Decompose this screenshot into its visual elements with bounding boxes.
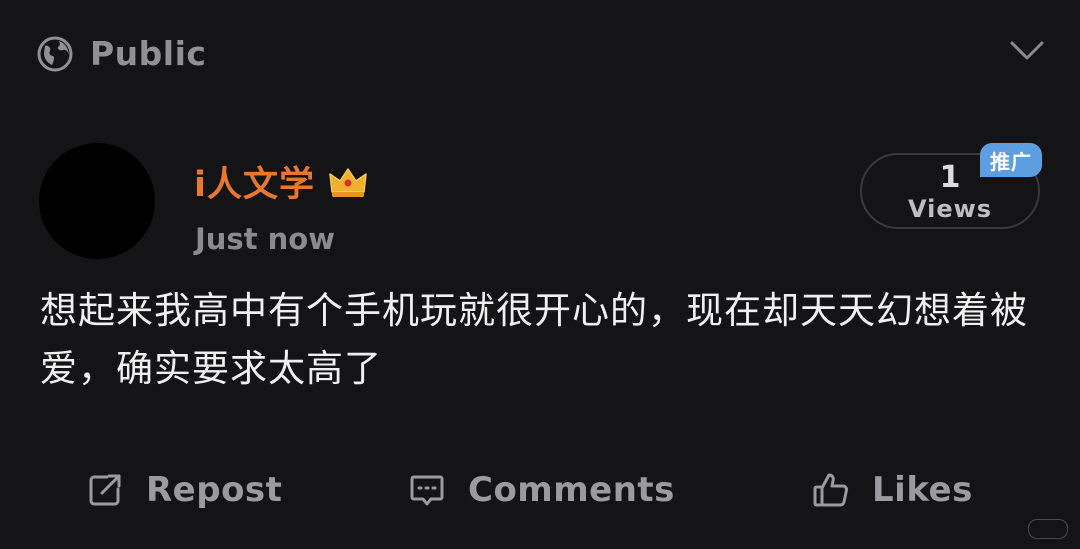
repost-button[interactable]: Repost: [86, 470, 282, 510]
likes-button[interactable]: Likes: [812, 470, 973, 510]
post-timestamp: Just now: [195, 222, 336, 256]
comments-label: Comments: [468, 470, 675, 510]
action-bar: Repost Comments Likes: [0, 470, 1080, 520]
promo-badge[interactable]: 推广: [980, 143, 1042, 177]
comments-button[interactable]: Comments: [408, 470, 675, 510]
thumbs-up-icon: [813, 473, 849, 507]
visibility-label: Public: [90, 34, 207, 73]
post-body: 想起来我高中有个手机玩就很开心的，现在却天天幻想着被爱，确实要求太高了: [40, 289, 1028, 390]
crown-icon: [329, 167, 367, 197]
avatar[interactable]: [39, 143, 155, 259]
visibility-selector[interactable]: Public: [36, 34, 207, 73]
globe-icon: [37, 36, 73, 71]
likes-label: Likes: [872, 470, 973, 510]
author-name[interactable]: i人文学: [194, 156, 315, 207]
watermark-logo: [1028, 519, 1068, 539]
chevron-down-icon[interactable]: [1010, 40, 1044, 62]
repost-icon: [89, 474, 121, 506]
comment-icon: [410, 475, 444, 506]
repost-label: Repost: [146, 470, 283, 510]
top-bar: Public: [36, 30, 1044, 76]
author-row: i人文学: [194, 156, 369, 207]
views-label: Views: [907, 195, 993, 223]
